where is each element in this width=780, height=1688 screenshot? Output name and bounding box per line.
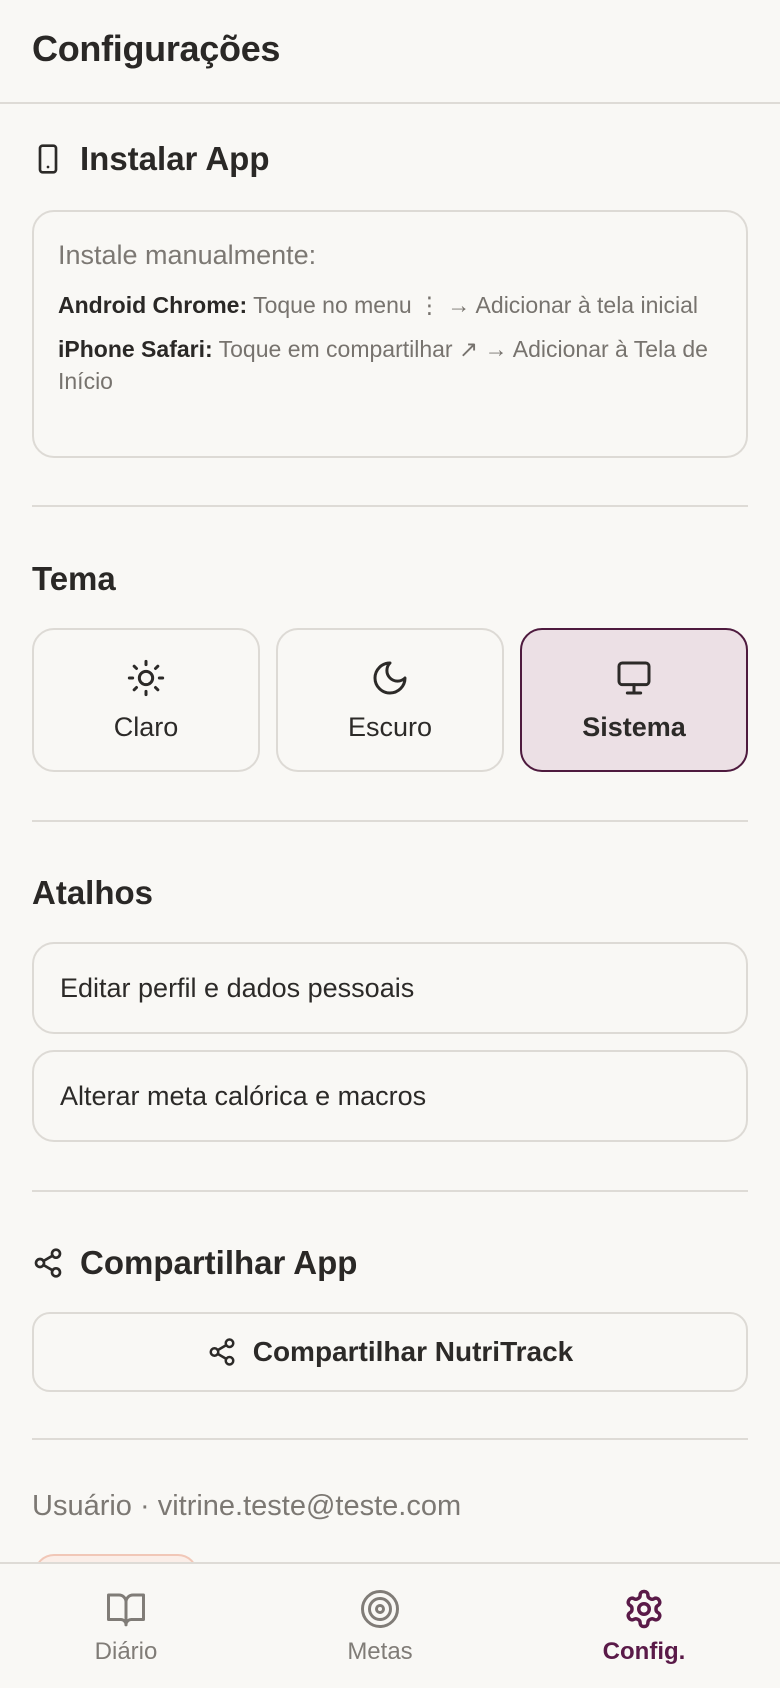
iphone-label: iPhone Safari: [58, 336, 213, 362]
sun-icon [126, 658, 166, 698]
theme-option-dark[interactable]: Escuro [276, 628, 504, 772]
nav-label: Config. [602, 1638, 686, 1665]
theme-option-label: Claro [113, 711, 179, 742]
install-instructions-card: Instale manualmente: Android Chrome: Toq… [32, 210, 748, 458]
shortcut-change-goal[interactable]: Alterar meta calórica e macros [32, 1050, 748, 1142]
theme-option-light[interactable]: Claro [32, 628, 260, 772]
theme-option-label: Sistema [582, 711, 686, 742]
nav-item-goals[interactable]: Metas [280, 1588, 480, 1666]
theme-section-title: Tema [32, 560, 116, 597]
share-button-label: Compartilhar NutriTrack [252, 1336, 574, 1367]
share-section-title: Compartilhar App [80, 1244, 358, 1281]
divider [32, 1438, 748, 1440]
install-section-title: Instalar App [80, 140, 270, 177]
divider [32, 505, 748, 507]
smartphone-icon [32, 143, 64, 175]
iphone-instruction: iPhone Safari: Toque em compartilhar ↗ →… [58, 333, 722, 397]
moon-icon [370, 658, 410, 698]
share-section-header: Compartilhar App [32, 1244, 357, 1282]
theme-section-header: Tema [32, 560, 116, 598]
shortcut-label: Editar perfil e dados pessoais [60, 972, 415, 1003]
theme-option-system[interactable]: Sistema [520, 628, 748, 772]
install-intro: Instale manualmente: [58, 240, 317, 270]
theme-option-label: Escuro [347, 711, 433, 742]
shortcut-edit-profile[interactable]: Editar perfil e dados pessoais [32, 942, 748, 1034]
user-email: Usuário · vitrine.teste@teste.com [32, 1490, 462, 1522]
install-section-header: Instalar App [32, 140, 269, 178]
divider [32, 1190, 748, 1192]
gear-icon [623, 1588, 665, 1630]
android-text: Toque no menu ⋮ → Adicionar à tela inici… [253, 292, 699, 318]
top-bar: Configurações [0, 0, 780, 104]
android-label: Android Chrome: [58, 292, 248, 318]
share-icon [32, 1247, 64, 1279]
monitor-icon [614, 658, 654, 698]
page-title: Configurações [32, 28, 281, 69]
android-instruction: Android Chrome: Toque no menu ⋮ → Adicio… [58, 289, 722, 321]
nav-label: Diário [94, 1638, 158, 1665]
nav-item-settings[interactable]: Config. [544, 1588, 744, 1666]
shortcut-label: Alterar meta calórica e macros [60, 1080, 427, 1111]
share-icon [207, 1337, 237, 1367]
shortcuts-section-title: Atalhos [32, 874, 154, 911]
nav-item-diary[interactable]: Diário [26, 1588, 226, 1666]
nav-label: Metas [347, 1638, 413, 1665]
divider [32, 820, 748, 822]
target-icon [359, 1588, 401, 1630]
book-icon [105, 1588, 147, 1630]
share-app-button[interactable]: Compartilhar NutriTrack [32, 1312, 748, 1392]
shortcuts-section-header: Atalhos [32, 874, 153, 912]
bottom-nav: Diário Metas Config. [0, 1562, 780, 1688]
